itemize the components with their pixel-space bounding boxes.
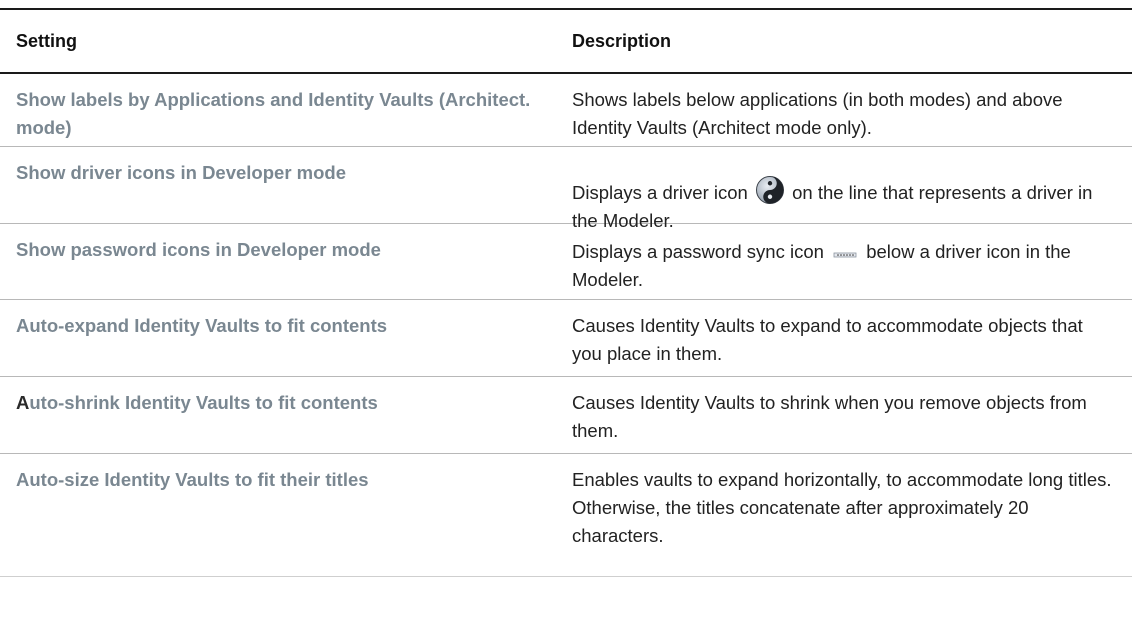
settings-table: Setting Description Show labels by Appli… [0,8,1132,577]
setting-description: Displays a driver icon on the line that [564,147,1132,231]
description-text-before: Displays a driver icon [572,182,748,203]
setting-name: Show labels by Applications and Identity… [16,89,531,138]
table-row: Show labels by Applications and Identity… [0,74,1132,147]
setting-name: Auto-size Identity Vaults to fit their t… [16,469,369,490]
header-description: Description [572,30,672,51]
table-row: Show password icons in Developer mode Di… [0,224,1132,300]
setting-name: Auto-shrink Identity Vaults to fit conte… [0,377,564,453]
setting-name-first-letter: A [16,392,30,413]
setting-name: Auto-expand Identity Vaults to fit conte… [16,315,388,336]
yin-yang-driver-icon [755,175,785,205]
setting-name: Show password icons in Developer mode [16,239,381,260]
setting-description: Displays a password sync icon below a dr… [564,224,1132,299]
table-row: Auto-shrink Identity Vaults to fit conte… [0,377,1132,454]
header-setting: Setting [16,30,77,51]
table-header-row: Setting Description [0,10,1132,74]
table-row: Auto-expand Identity Vaults to fit conte… [0,300,1132,377]
password-sync-icon [833,238,857,258]
setting-description: Shows labels below applications (in both… [572,89,1063,138]
table-row: Auto-size Identity Vaults to fit their t… [0,454,1132,577]
setting-description: Causes Identity Vaults to expand to acco… [572,315,1083,364]
setting-description: Enables vaults to expand horizontally, t… [572,469,1112,546]
setting-name: Show driver icons in Developer mode [16,162,347,183]
setting-name-rest: uto-shrink Identity Vaults to fit conten… [29,392,378,413]
table-row: Show driver icons in Developer mode Disp… [0,147,1132,231]
setting-description: Causes Identity Vaults to shrink when yo… [572,392,1087,441]
description-text-before: Displays a password sync icon [572,241,824,262]
